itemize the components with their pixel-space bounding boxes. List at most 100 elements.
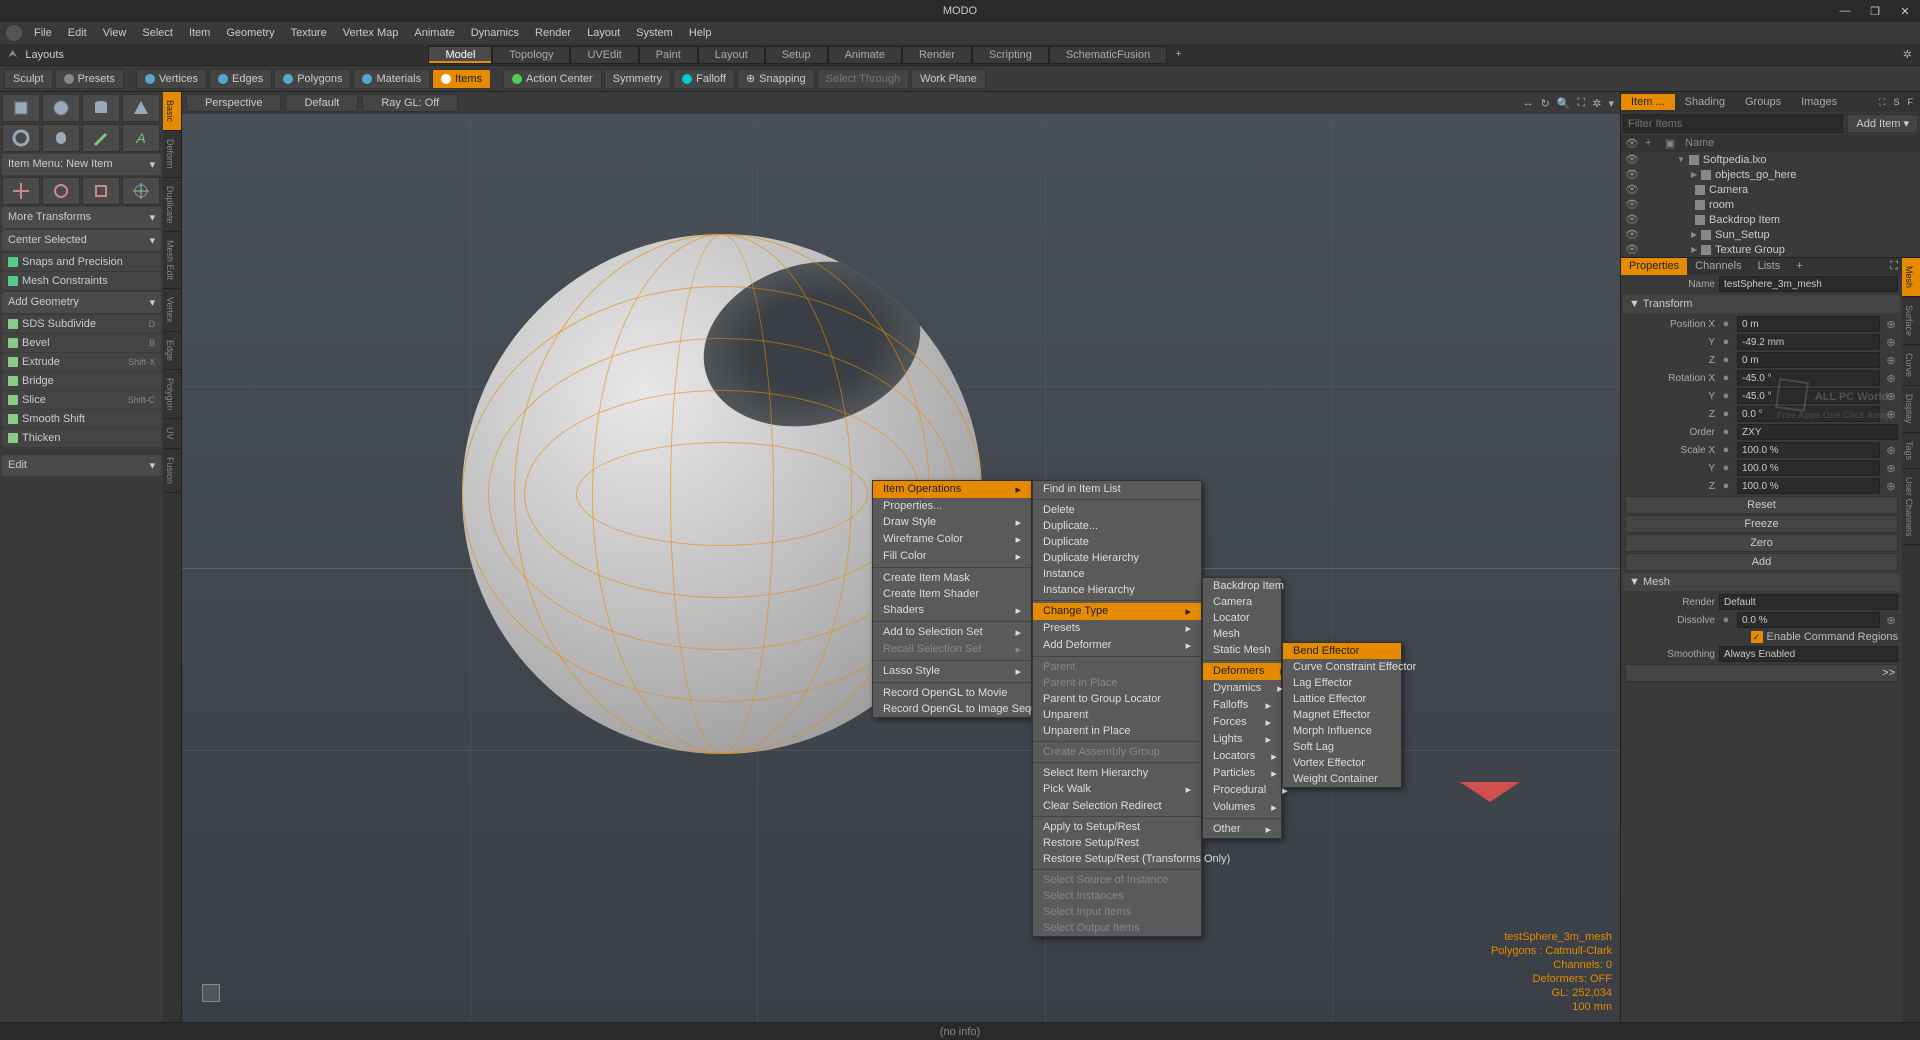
props-vtab-mesh[interactable]: Mesh (1902, 258, 1920, 297)
ctx-clear-selection-redirect[interactable]: Clear Selection Redirect (1033, 798, 1201, 814)
layouts-back-icon[interactable]: ⮝ (8, 48, 17, 61)
ctx-lights[interactable]: Lights▸ (1203, 731, 1281, 748)
order-field[interactable] (1737, 424, 1898, 440)
viewport-raygl-dropdown[interactable]: Ray GL: Off (362, 94, 458, 112)
tool-slice[interactable]: SliceShift-C (2, 391, 161, 409)
ctx-locators[interactable]: Locators▸ (1203, 748, 1281, 765)
select-through-button[interactable]: Select Through (817, 69, 909, 89)
left-vtab-basic[interactable]: Basic (163, 92, 181, 131)
mesh-constraints-item[interactable]: Mesh Constraints (2, 272, 161, 290)
menu-view[interactable]: View (95, 27, 135, 39)
name-field[interactable] (1719, 276, 1898, 292)
sculpt-button[interactable]: Sculpt (4, 69, 53, 89)
ctx-lasso-style[interactable]: Lasso Style▸ (873, 663, 1031, 680)
left-vtab-mesh-edit[interactable]: Mesh Edit (163, 232, 181, 289)
tool-bevel[interactable]: BevelB (2, 334, 161, 352)
tab-layout[interactable]: Layout (698, 46, 765, 64)
left-vtab-duplicate[interactable]: Duplicate (163, 178, 181, 233)
rtab-expand-icon[interactable]: ⛶ (1876, 97, 1888, 108)
ctx-draw-style[interactable]: Draw Style▸ (873, 514, 1031, 531)
ctx-item-operations[interactable]: Item Operations▸ (873, 481, 1031, 498)
menu-dynamics[interactable]: Dynamics (463, 27, 527, 39)
symmetry-button[interactable]: Symmetry (604, 69, 672, 89)
snapping-button[interactable]: ⊕Snapping (737, 69, 815, 89)
tool-smooth-shift[interactable]: Smooth Shift (2, 410, 161, 428)
ctx-mesh[interactable]: Mesh (1203, 626, 1281, 642)
tree-item-backdrop-item[interactable]: 👁Backdrop Item (1621, 212, 1920, 227)
prim-text-icon[interactable]: A (122, 124, 160, 152)
edit-dropdown[interactable]: Edit▾ (2, 455, 161, 476)
menu-help[interactable]: Help (681, 27, 720, 39)
props-vtab-tags[interactable]: Tags (1902, 433, 1920, 469)
rtab-images[interactable]: Images (1791, 94, 1847, 110)
tool-thicken[interactable]: Thicken (2, 429, 161, 447)
pos-z-field[interactable] (1737, 352, 1880, 368)
viewport-camera-dropdown[interactable]: Perspective (186, 94, 281, 112)
scale-z-field[interactable] (1737, 478, 1880, 494)
mode-edges[interactable]: Edges (209, 69, 272, 89)
ctx-fill-color[interactable]: Fill Color▸ (873, 548, 1031, 565)
snaps-precision-item[interactable]: Snaps and Precision (2, 253, 161, 271)
ctx-unparent[interactable]: Unparent (1033, 707, 1201, 723)
left-vtab-polygon[interactable]: Polygon (163, 370, 181, 420)
props-vtab-display[interactable]: Display (1902, 386, 1920, 433)
ctx-wireframe-color[interactable]: Wireframe Color▸ (873, 531, 1031, 548)
zero-button[interactable]: Zero (1625, 534, 1898, 552)
ctx-record-opengl-to-image-sequence[interactable]: Record OpenGL to Image Sequence (873, 701, 1031, 717)
prim-cylinder-icon[interactable] (82, 94, 120, 122)
ptab-expand-icon[interactable]: ⛶ (1886, 258, 1902, 275)
prim-sphere-icon[interactable] (42, 94, 80, 122)
scale-y-field[interactable] (1737, 460, 1880, 476)
menu-animate[interactable]: Animate (406, 27, 462, 39)
mode-polygons[interactable]: Polygons (274, 69, 351, 89)
presets-button[interactable]: Presets (55, 69, 124, 89)
rtab-s[interactable]: S (1890, 97, 1902, 108)
prim-torus-icon[interactable] (2, 124, 40, 152)
add-button[interactable]: Add (1625, 553, 1898, 571)
rtab-shading[interactable]: Shading (1675, 94, 1735, 110)
menu-layout[interactable]: Layout (579, 27, 628, 39)
freeze-button[interactable]: Freeze (1625, 515, 1898, 533)
menu-select[interactable]: Select (134, 27, 181, 39)
tool-bridge[interactable]: Bridge (2, 372, 161, 390)
minimize-icon[interactable]: — (1830, 0, 1860, 22)
mode-materials[interactable]: Materials (353, 69, 430, 89)
scale-x-field[interactable] (1737, 442, 1880, 458)
center-selected-dropdown[interactable]: Center Selected▾ (2, 230, 161, 251)
more-button[interactable]: >> (1625, 664, 1898, 682)
ctx-falloffs[interactable]: Falloffs▸ (1203, 697, 1281, 714)
ptab-channels[interactable]: Channels (1687, 258, 1749, 275)
tree-item-room[interactable]: 👁room (1621, 197, 1920, 212)
prim-cube-icon[interactable] (2, 94, 40, 122)
ctx-parent-to-group-locator[interactable]: Parent to Group Locator (1033, 691, 1201, 707)
menu-system[interactable]: System (628, 27, 681, 39)
menu-vertexmap[interactable]: Vertex Map (335, 27, 407, 39)
dissolve-field[interactable] (1737, 612, 1880, 628)
menu-texture[interactable]: Texture (283, 27, 335, 39)
ctx-pick-walk[interactable]: Pick Walk▸ (1033, 781, 1201, 798)
action-center-button[interactable]: Action Center (503, 69, 602, 89)
left-vtab-deform[interactable]: Deform (163, 131, 181, 178)
tab-schematic[interactable]: SchematicFusion (1049, 46, 1167, 64)
tab-uvedit[interactable]: UVEdit (570, 46, 638, 64)
rtab-f[interactable]: F (1905, 97, 1917, 108)
more-transforms-dropdown[interactable]: More Transforms▾ (2, 207, 161, 228)
ptab-add[interactable]: + (1788, 258, 1810, 275)
item-menu-dropdown[interactable]: Item Menu: New Item▾ (2, 154, 161, 175)
tree-item-camera[interactable]: 👁Camera (1621, 182, 1920, 197)
maximize-icon[interactable]: ❐ (1860, 0, 1890, 22)
ctx-presets[interactable]: Presets▸ (1033, 620, 1201, 637)
vp-rotate-icon[interactable]: ↻ (1539, 97, 1552, 110)
menu-geometry[interactable]: Geometry (218, 27, 282, 39)
falloff-button[interactable]: Falloff (673, 69, 735, 89)
ctx-unparent-in-place[interactable]: Unparent in Place (1033, 723, 1201, 739)
xform-move-icon[interactable] (2, 177, 40, 205)
add-geometry-header[interactable]: Add Geometry▾ (2, 292, 161, 313)
rtab-item[interactable]: Item ... (1621, 94, 1675, 110)
layouts-label[interactable]: Layouts (17, 49, 72, 61)
ctx-shaders[interactable]: Shaders▸ (873, 602, 1031, 619)
ctx-other[interactable]: Other▸ (1203, 821, 1281, 838)
ctx-magnet-effector[interactable]: Magnet Effector (1283, 707, 1401, 723)
viewport-3d[interactable]: Perspective Default Ray GL: Off ↔ ↻ 🔍 ⛶ … (182, 92, 1620, 1022)
menu-item[interactable]: Item (181, 27, 218, 39)
